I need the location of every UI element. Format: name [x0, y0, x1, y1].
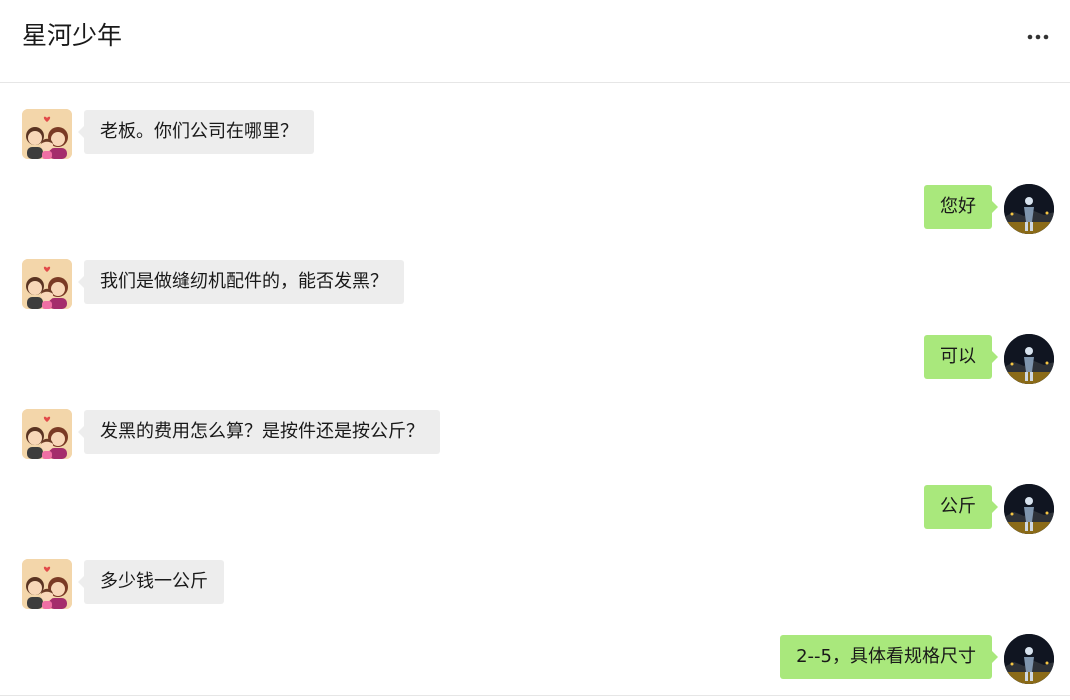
family-avatar[interactable] [22, 559, 72, 609]
chat-header: 星河少年 [0, 0, 1070, 83]
night-person-avatar[interactable] [1004, 484, 1054, 534]
chat-title: 星河少年 [22, 21, 123, 50]
outgoing-message: 您好 [0, 184, 1070, 244]
message-bubble[interactable]: 我们是做缝纫机配件的，能否发黑？ [78, 260, 404, 304]
night-person-avatar[interactable] [1004, 634, 1054, 684]
more-icon[interactable] [1024, 26, 1052, 48]
message-bubble[interactable]: 多少钱一公斤 [78, 560, 224, 604]
incoming-message: 我们是做缝纫机配件的，能否发黑？ [0, 259, 1070, 319]
message-bubble[interactable]: 发黑的费用怎么算？是按件还是按公斤？ [78, 410, 440, 454]
night-person-avatar[interactable] [1004, 334, 1054, 384]
message-bubble[interactable]: 公斤 [924, 485, 998, 529]
incoming-message: 多少钱一公斤 [0, 559, 1070, 619]
message-bubble[interactable]: 您好 [924, 185, 998, 229]
family-avatar[interactable] [22, 409, 72, 459]
night-person-avatar[interactable] [1004, 184, 1054, 234]
message-bubble[interactable]: 2--5，具体看规格尺寸 [780, 635, 998, 679]
message-bubble[interactable]: 老板。你们公司在哪里？ [78, 110, 314, 154]
family-avatar[interactable] [22, 259, 72, 309]
message-list[interactable]: 老板。你们公司在哪里？ 您好 我们是做缝纫机配件的，能否发黑？ 可以 发黑的费用… [0, 83, 1070, 700]
chat-window: 星河少年 老板。你们公司在哪里？ 您好 我们是做缝纫机配件的，能否发黑？ 可以 … [0, 0, 1070, 700]
outgoing-message: 可以 [0, 334, 1070, 394]
incoming-message: 老板。你们公司在哪里？ [0, 109, 1070, 169]
outgoing-message: 公斤 [0, 484, 1070, 544]
bottom-divider [0, 695, 1070, 696]
outgoing-message: 2--5，具体看规格尺寸 [0, 634, 1070, 694]
message-bubble[interactable]: 可以 [924, 335, 998, 379]
family-avatar[interactable] [22, 109, 72, 159]
incoming-message: 发黑的费用怎么算？是按件还是按公斤？ [0, 409, 1070, 469]
